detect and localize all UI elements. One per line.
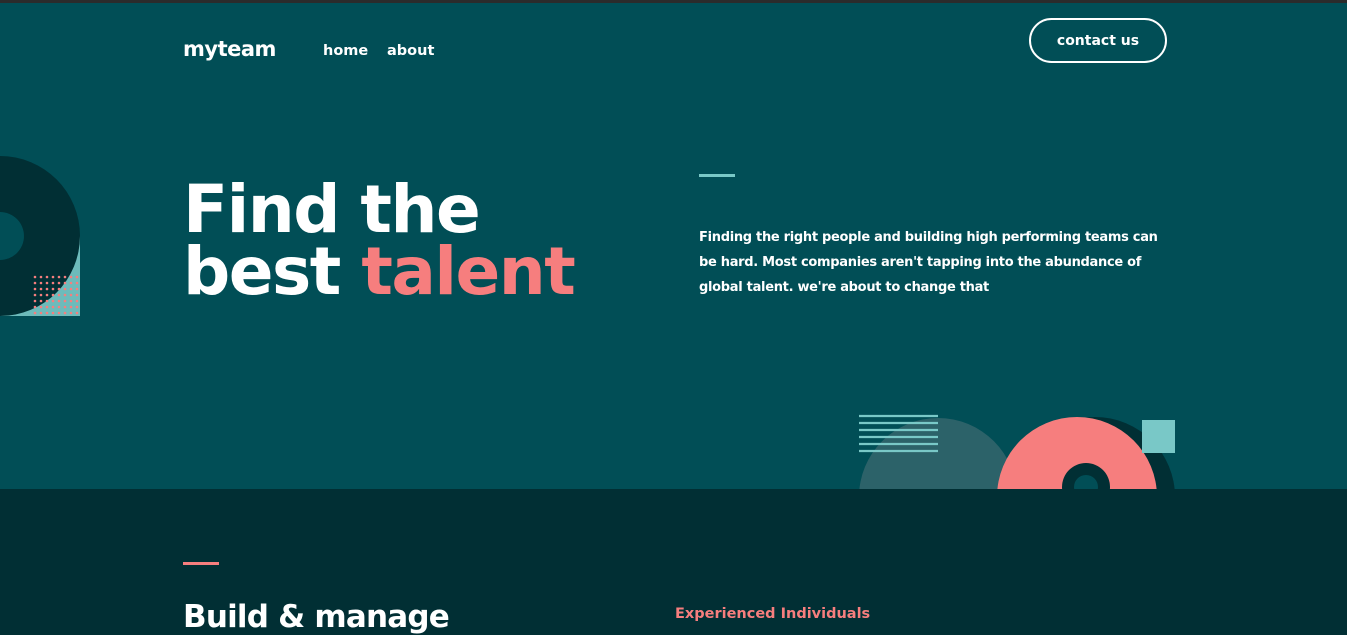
hero-title: Find the best talent bbox=[183, 177, 576, 305]
hero-section: myteam home about contact us Find the be… bbox=[0, 3, 1347, 489]
hero-description: Finding the right people and building hi… bbox=[699, 230, 1158, 295]
hero-title-line2-plain: best bbox=[183, 233, 362, 310]
feature-title-experienced: Experienced Individuals bbox=[675, 606, 871, 622]
nav-link-about[interactable]: about bbox=[387, 43, 434, 59]
hero-accent-line bbox=[699, 174, 735, 177]
decorative-circle-left bbox=[0, 156, 80, 316]
contact-us-button[interactable]: contact us bbox=[1029, 18, 1167, 63]
nav-link-home[interactable]: home bbox=[323, 43, 368, 59]
section-accent-line bbox=[183, 562, 219, 565]
build-manage-section: Build & manage Experienced Individuals bbox=[0, 489, 1347, 635]
hero-title-accent: talent bbox=[361, 233, 576, 310]
section-title: Build & manage bbox=[183, 599, 450, 635]
decorative-shapes-right bbox=[859, 414, 1175, 489]
logo[interactable]: myteam bbox=[183, 37, 276, 61]
